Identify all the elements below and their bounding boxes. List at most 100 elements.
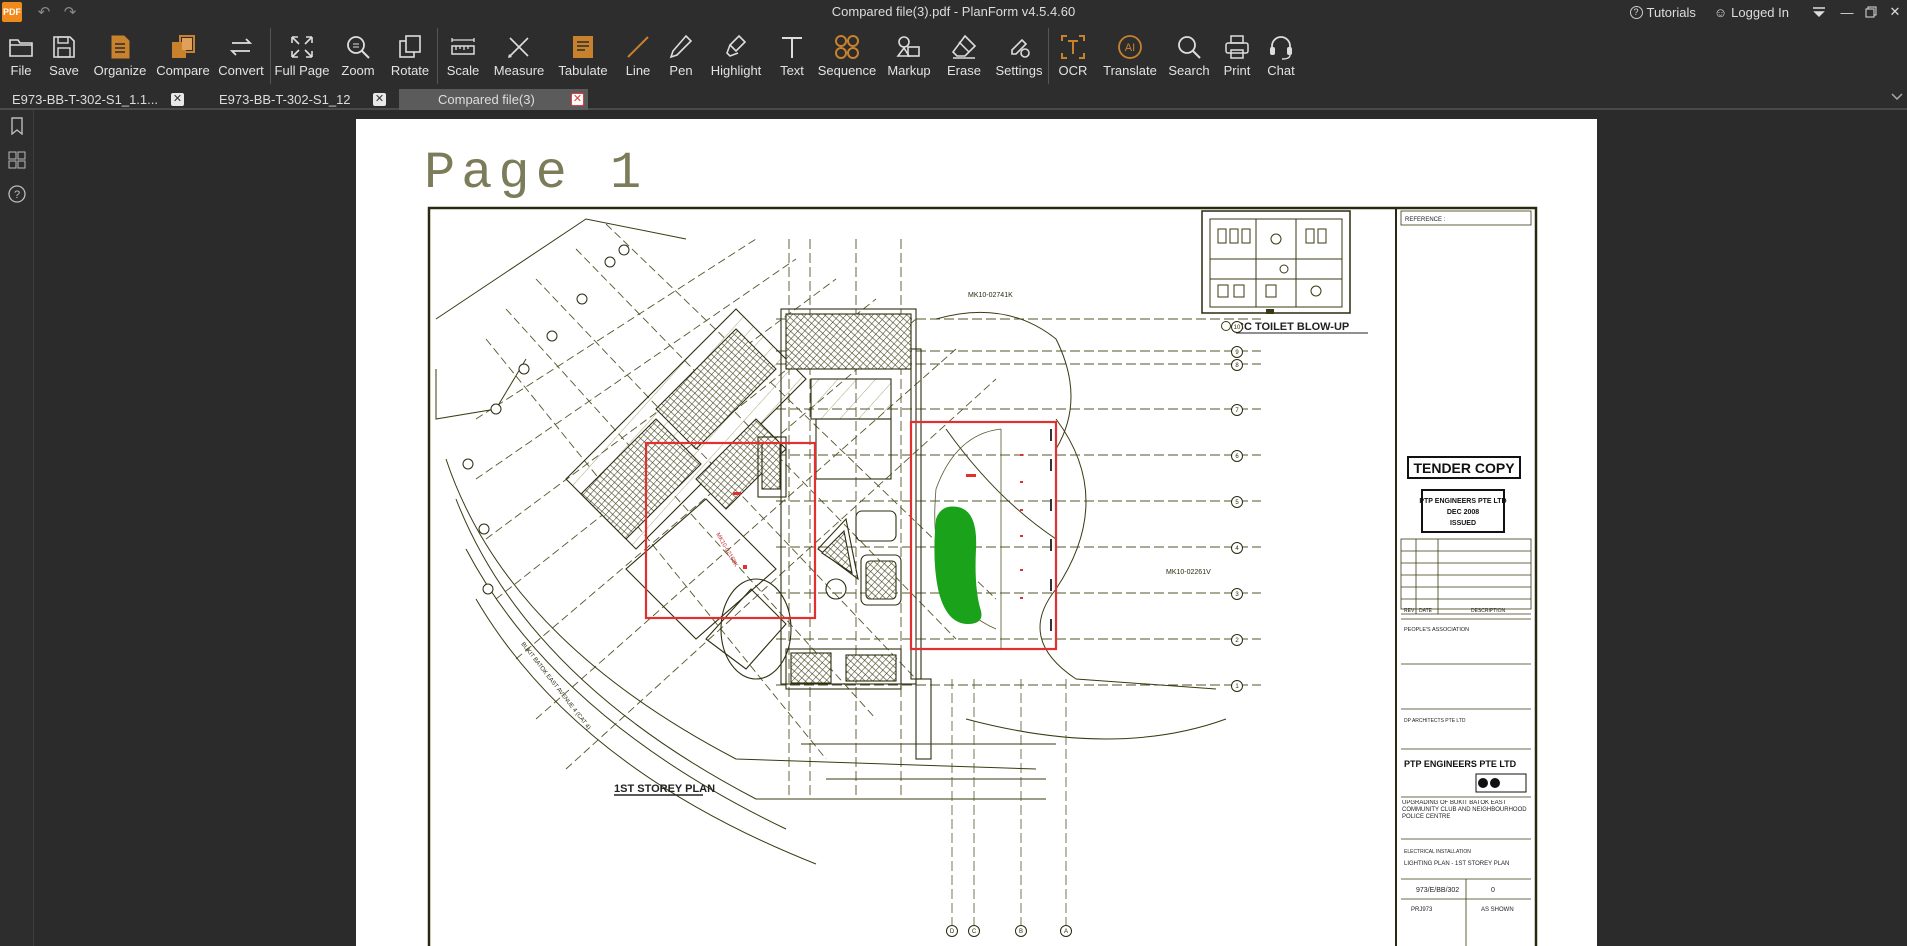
search-button[interactable]: Search: [1163, 24, 1215, 86]
full-page-button[interactable]: Full Page: [271, 24, 333, 86]
developer-name: PEOPLE'S ASSOCIATION: [1404, 627, 1469, 633]
fullscreen-icon: [287, 30, 317, 64]
markup-button[interactable]: Markup: [880, 24, 938, 86]
sequence-icon: [832, 30, 862, 64]
scale-value: AS SHOWN: [1481, 907, 1514, 913]
compare-icon: [168, 30, 198, 64]
zoom-button[interactable]: Zoom: [333, 24, 383, 86]
file-button[interactable]: File: [0, 24, 42, 86]
highlighter-icon: [721, 30, 751, 64]
save-button[interactable]: Save: [42, 24, 86, 86]
settings-button[interactable]: Settings: [990, 24, 1048, 86]
text-button[interactable]: Text: [770, 24, 814, 86]
engineer-stamp-line-2: DEC 2008: [1447, 509, 1479, 516]
drawing-title-label: ELECTRICAL INSTALLATION: [1404, 849, 1471, 855]
pen-button[interactable]: Pen: [660, 24, 702, 86]
help-circle-icon[interactable]: ?: [7, 184, 27, 204]
main-toolbar: File Save Organize Compare Convert Full …: [0, 24, 1907, 88]
sequence-button[interactable]: Sequence: [814, 24, 880, 86]
tender-copy-stamp: TENDER COPY: [1413, 460, 1515, 476]
added-region-fill[interactable]: [934, 506, 982, 625]
compare-button[interactable]: Compare: [154, 24, 212, 86]
folder-icon: [6, 30, 36, 64]
translate-button[interactable]: AI Translate: [1097, 24, 1163, 86]
pen-icon: [666, 30, 696, 64]
convert-button[interactable]: Convert: [212, 24, 270, 86]
account-link[interactable]: ☺ Logged In: [1714, 5, 1789, 20]
redo-icon[interactable]: ↷: [60, 2, 80, 22]
tab-close-icon[interactable]: ✕: [571, 93, 584, 106]
print-button[interactable]: Print: [1215, 24, 1259, 86]
title-bar: PDF ↶ ↷ Compared file(3).pdf - PlanForm …: [0, 0, 1907, 24]
svg-text:?: ?: [14, 189, 20, 201]
headset-icon: [1266, 30, 1296, 64]
engineer-stamp-line-1: PTP ENGINEERS PTE LTD: [1419, 498, 1506, 505]
tabs-overflow-icon[interactable]: [1891, 90, 1903, 104]
tab-document-3[interactable]: Compared file(3) ✕: [399, 89, 588, 110]
engineer-stamp-line-3: ISSUED: [1450, 520, 1476, 527]
account-label: Logged In: [1731, 4, 1789, 20]
tabulate-icon: [568, 30, 598, 64]
scale-ruler-icon: [448, 30, 478, 64]
user-icon: ☺: [1713, 4, 1728, 20]
marker-label-2: MK10-02261V: [1166, 569, 1211, 576]
tab-close-icon[interactable]: ✕: [171, 93, 184, 106]
left-sidebar: ?: [0, 110, 34, 946]
tab-close-icon[interactable]: ✕: [373, 93, 386, 106]
dropdown-menu-icon[interactable]: [1807, 0, 1831, 24]
date-header: DATE: [1419, 608, 1433, 614]
organize-icon: [105, 30, 135, 64]
project-title: UPGRADING OF BUKIT BATOK EAST COMMUNITY …: [1402, 800, 1527, 820]
app-logo: PDF: [2, 2, 22, 22]
erase-button[interactable]: Erase: [938, 24, 990, 86]
tab-label: E973-BB-T-302-S1_12: [219, 92, 351, 107]
document-canvas[interactable]: Page 1 REFERENCE : TENDER COPY PTP ENGIN…: [35, 110, 1907, 946]
printer-icon: [1222, 30, 1252, 64]
grid-label-b: B: [1019, 929, 1023, 935]
close-button[interactable]: ✕: [1883, 0, 1907, 24]
architect-name: DP ARCHITECTS PTE LTD: [1404, 718, 1466, 724]
scale-button[interactable]: Scale: [438, 24, 488, 86]
page-heading: Page 1: [424, 144, 647, 203]
text-icon: [777, 30, 807, 64]
pdf-page[interactable]: Page 1 REFERENCE : TENDER COPY PTP ENGIN…: [356, 119, 1597, 946]
zoom-icon: [343, 30, 373, 64]
ai-translate-icon: AI: [1115, 30, 1145, 64]
undo-icon[interactable]: ↶: [34, 2, 54, 22]
window-title: Compared file(3).pdf - PlanForm v4.5.4.6…: [831, 4, 1076, 19]
thumbnails-icon[interactable]: [7, 150, 27, 170]
help-icon: ?: [1629, 5, 1643, 19]
tutorials-link[interactable]: ? Tutorials: [1629, 5, 1696, 20]
search-icon: [1174, 30, 1204, 64]
grid-bubbles-right: [1231, 321, 1243, 692]
bookmark-icon[interactable]: [7, 116, 27, 136]
rotate-button[interactable]: Rotate: [383, 24, 437, 86]
tab-label: E973-BB-T-302-S1_1.1...: [12, 92, 158, 107]
measure-button[interactable]: Measure: [488, 24, 550, 86]
highlight-button[interactable]: Highlight: [702, 24, 770, 86]
grid-label-d: D: [950, 929, 955, 935]
ocr-button[interactable]: OCR: [1049, 24, 1097, 86]
project-number: PRJ973: [1411, 907, 1433, 913]
grid-label-a: A: [1064, 929, 1068, 935]
restore-button[interactable]: [1859, 0, 1883, 24]
minimize-button[interactable]: —: [1835, 0, 1859, 24]
tabulate-button[interactable]: Tabulate: [550, 24, 616, 86]
convert-icon: [226, 30, 256, 64]
grid-label-c: C: [972, 929, 977, 935]
drawing-number: 973/E/BB/302: [1416, 887, 1459, 894]
line-icon: [623, 30, 653, 64]
organize-button[interactable]: Organize: [86, 24, 154, 86]
plan-title: 1ST STOREY PLAN: [614, 783, 715, 795]
tab-document-1[interactable]: E973-BB-T-302-S1_1.1... ✕: [0, 89, 188, 110]
markup-icon: [894, 30, 924, 64]
settings-icon: [1004, 30, 1034, 64]
line-button[interactable]: Line: [616, 24, 660, 86]
revision-number: 0: [1491, 887, 1495, 894]
marker-label-1: MK10-02741K: [968, 292, 1013, 299]
eraser-icon: [949, 30, 979, 64]
tab-document-2[interactable]: E973-BB-T-302-S1_12 ✕: [206, 89, 390, 110]
measure-icon: [504, 30, 534, 64]
chat-button[interactable]: Chat: [1259, 24, 1303, 86]
toilet-blowup-title: CC TOILET BLOW-UP: [1236, 321, 1349, 333]
